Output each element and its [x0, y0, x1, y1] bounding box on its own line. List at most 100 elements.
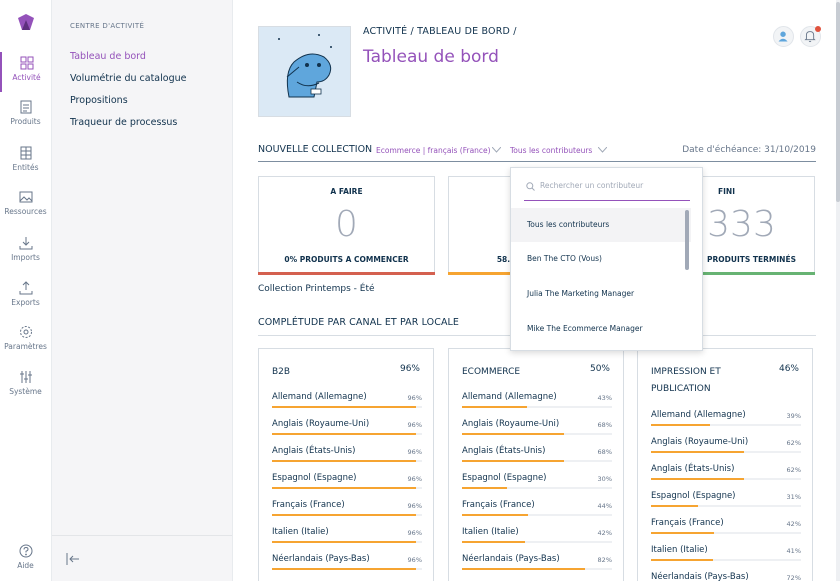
completeness-track — [651, 478, 801, 480]
help-icon — [19, 544, 32, 558]
user-avatar-icon — [778, 31, 788, 42]
nav-exports[interactable]: Exports — [0, 281, 51, 307]
completeness-track — [462, 568, 612, 570]
completeness-bar — [272, 487, 416, 489]
main-content: ACTIVITÉ / TABLEAU DE BORD / Tableau de … — [233, 0, 840, 581]
locale-row: Anglais (Royaume-Uni) 62% — [651, 437, 801, 455]
completeness-track — [272, 568, 422, 570]
panel-link-catalog-volume[interactable]: Volumétrie du catalogue — [70, 73, 186, 84]
locale-label: Français (France) — [272, 500, 345, 510]
akeneo-logo[interactable] — [16, 12, 36, 32]
locale-percentage: 44% — [597, 502, 612, 510]
dropdown-scrollbar[interactable] — [685, 210, 689, 270]
locale-row: Français (France) 44% — [462, 500, 612, 518]
locale-label: Anglais (Royaume-Uni) — [651, 437, 749, 447]
main-nav-rail: Activité Produits Entités Ressources Imp… — [0, 0, 52, 581]
locale-row: Anglais (États-Unis) 68% — [462, 446, 612, 464]
gear-icon — [19, 326, 32, 338]
completeness-bar — [651, 559, 713, 561]
locale-row: Allemand (Allemagne) 96% — [272, 392, 422, 410]
dropdown-option[interactable]: Ben The CTO (Vous) — [511, 242, 691, 276]
nav-entities-label: Entités — [12, 163, 39, 172]
locale-label: Néerlandais (Pays-Bas) — [462, 554, 560, 564]
completeness-bar — [462, 406, 527, 408]
completeness-bar — [272, 514, 416, 516]
locale-row: Anglais (Royaume-Uni) 68% — [462, 419, 612, 437]
locale-label: Espagnol (Espagne) — [651, 491, 736, 501]
completeness-bar — [462, 433, 564, 435]
locale-percentage: 42% — [597, 529, 612, 537]
nav-help[interactable]: Aide — [0, 544, 51, 570]
locale-label: Italien (Italie) — [462, 527, 519, 537]
chevron-down-icon[interactable] — [598, 147, 607, 153]
nav-products[interactable]: Produits — [0, 100, 51, 126]
panel-link-dashboard[interactable]: Tableau de bord — [70, 51, 146, 62]
channel-locale-select[interactable]: Ecommerce | français (France) — [376, 146, 491, 155]
nav-imports[interactable]: Imports — [0, 236, 51, 262]
locale-row: Néerlandais (Pays-Bas) 82% — [462, 554, 612, 572]
contributor-search-input[interactable] — [540, 181, 688, 190]
panel-title: CENTRE D'ACTIVITÉ — [70, 22, 145, 30]
dropdown-option[interactable]: Tous les contributeurs — [511, 208, 691, 242]
panel-divider — [52, 535, 232, 536]
nav-activity[interactable]: Activité — [0, 52, 51, 92]
completeness-track — [462, 541, 612, 543]
completeness-bar — [272, 433, 416, 435]
panel-link-process-tracker[interactable]: Traqueur de processus — [70, 117, 177, 128]
completeness-track — [462, 460, 612, 462]
locale-percentage: 96% — [407, 448, 422, 456]
locale-label: Allemand (Allemagne) — [462, 392, 557, 402]
notifications-button[interactable] — [800, 26, 821, 47]
completeness-track — [272, 433, 422, 435]
user-menu-button[interactable] — [773, 26, 794, 47]
collapse-panel-icon[interactable] — [66, 552, 80, 566]
locale-label: Néerlandais (Pays-Bas) — [272, 554, 370, 564]
locale-percentage: 96% — [407, 502, 422, 510]
completeness-bar — [462, 541, 525, 543]
card-caption: 0% PRODUITS A COMMENCER — [284, 255, 409, 264]
completeness-bar — [272, 460, 416, 462]
products-icon — [20, 100, 31, 114]
nav-system-label: Système — [9, 387, 42, 396]
nav-entities[interactable]: Entités — [0, 146, 51, 172]
import-icon — [19, 237, 32, 250]
nav-settings[interactable]: Paramètres — [0, 325, 51, 351]
completeness-track — [272, 541, 422, 543]
locale-percentage: 41% — [786, 547, 801, 555]
channel-card-print: IMPRESSION ET PUBLICATION 46% Allemand (Al… — [637, 348, 813, 581]
image-icon — [19, 191, 32, 203]
locale-label: Italien (Italie) — [272, 527, 329, 537]
locale-row: Anglais (États-Unis) 62% — [651, 464, 801, 482]
locale-percentage: 62% — [786, 466, 801, 474]
locale-percentage: 39% — [786, 412, 801, 420]
collection-name: Collection Printemps - Été — [258, 284, 375, 294]
channel-percentage: 46% — [778, 364, 799, 374]
locale-label: Français (France) — [651, 518, 724, 528]
completeness-track — [462, 406, 612, 408]
completeness-bar — [462, 514, 528, 516]
chevron-down-icon[interactable] — [492, 147, 501, 153]
card-status-bar — [258, 272, 435, 275]
completeness-bar — [651, 532, 714, 534]
locale-label: Anglais (Royaume-Uni) — [272, 419, 370, 429]
locale-row: Français (France) 42% — [651, 518, 801, 536]
nav-system[interactable]: Système — [0, 370, 51, 396]
completeness-bar — [651, 478, 744, 480]
nav-assets[interactable]: Ressources — [0, 190, 51, 216]
notification-badge — [815, 26, 821, 32]
dropdown-option[interactable]: Julia The Marketing Manager — [511, 277, 691, 311]
nav-exports-label: Exports — [11, 298, 40, 307]
page-title: Tableau de bord — [363, 47, 499, 67]
completeness-track — [272, 406, 422, 408]
dropdown-option[interactable]: Mike The Ecommerce Manager — [511, 312, 691, 346]
locale-row: Espagnol (Espagne) 31% — [651, 491, 801, 509]
breadcrumb[interactable]: ACTIVITÉ / TABLEAU DE BORD / — [363, 26, 517, 37]
nav-assets-label: Ressources — [4, 207, 47, 216]
page-scrollbar[interactable] — [836, 0, 840, 581]
completeness-track — [462, 487, 612, 489]
locale-row: Allemand (Allemagne) 39% — [651, 410, 801, 428]
locale-percentage: 96% — [407, 556, 422, 564]
contributor-select[interactable]: Tous les contributeurs — [510, 146, 592, 155]
locale-label: Français (France) — [462, 500, 535, 510]
panel-link-proposals[interactable]: Propositions — [70, 95, 128, 106]
